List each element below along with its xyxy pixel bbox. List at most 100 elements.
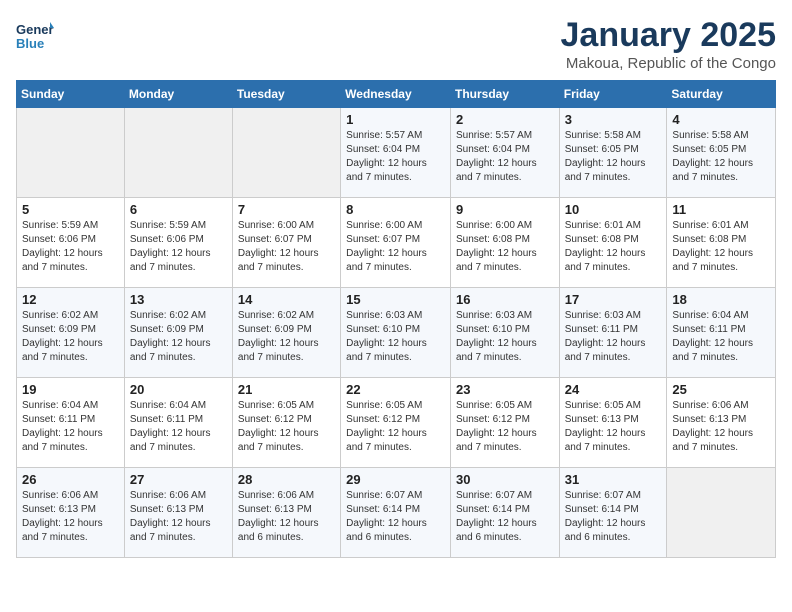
calendar-cell: [667, 468, 776, 558]
weekday-header-row: SundayMondayTuesdayWednesdayThursdayFrid…: [17, 81, 776, 108]
day-number: 20: [130, 382, 227, 397]
calendar-table: SundayMondayTuesdayWednesdayThursdayFrid…: [16, 80, 776, 558]
calendar-cell: 16 Sunrise: 6:03 AM Sunset: 6:10 PM Dayli…: [450, 288, 559, 378]
day-info: Sunrise: 6:01 AM Sunset: 6:08 PM Dayligh…: [672, 219, 770, 275]
day-info: Sunrise: 6:05 AM Sunset: 6:12 PM Dayligh…: [456, 399, 554, 455]
day-info: Sunrise: 6:04 AM Sunset: 6:11 PM Dayligh…: [130, 399, 227, 455]
day-info: Sunrise: 6:06 AM Sunset: 6:13 PM Dayligh…: [130, 489, 227, 545]
day-number: 4: [672, 112, 770, 127]
calendar-cell: 15 Sunrise: 6:03 AM Sunset: 6:10 PM Dayli…: [341, 288, 451, 378]
day-number: 3: [565, 112, 662, 127]
calendar-cell: 9 Sunrise: 6:00 AM Sunset: 6:08 PM Daylig…: [450, 198, 559, 288]
calendar-cell: 5 Sunrise: 5:59 AM Sunset: 6:06 PM Daylig…: [17, 198, 125, 288]
day-info: Sunrise: 6:04 AM Sunset: 6:11 PM Dayligh…: [22, 399, 119, 455]
day-number: 23: [456, 382, 554, 397]
calendar-cell: 31 Sunrise: 6:07 AM Sunset: 6:14 PM Dayli…: [559, 468, 667, 558]
calendar-cell: 4Sunrise: 5:58 AM Sunset: 6:05 PM Daylig…: [667, 108, 776, 198]
day-number: 31: [565, 472, 662, 487]
calendar-cell: 28 Sunrise: 6:06 AM Sunset: 6:13 PM Dayli…: [232, 468, 340, 558]
location-subtitle: Makoua, Republic of the Congo: [561, 55, 777, 72]
calendar-cell: 27Sunrise: 6:06 AM Sunset: 6:13 PM Dayli…: [124, 468, 232, 558]
day-info: Sunrise: 6:02 AM Sunset: 6:09 PM Dayligh…: [130, 309, 227, 365]
svg-text:Blue: Blue: [16, 36, 44, 51]
day-info: Sunrise: 6:05 AM Sunset: 6:12 PM Dayligh…: [238, 399, 335, 455]
calendar-header: SundayMondayTuesdayWednesdayThursdayFrid…: [17, 81, 776, 108]
day-number: 10: [565, 202, 662, 217]
day-number: 14: [238, 292, 335, 307]
day-info: Sunrise: 6:06 AM Sunset: 6:13 PM Dayligh…: [672, 399, 770, 455]
day-number: 13: [130, 292, 227, 307]
day-number: 30: [456, 472, 554, 487]
weekday-header-monday: Monday: [124, 81, 232, 108]
calendar-cell: 12Sunrise: 6:02 AM Sunset: 6:09 PM Dayli…: [17, 288, 125, 378]
calendar-week-row: 19Sunrise: 6:04 AM Sunset: 6:11 PM Dayli…: [17, 378, 776, 468]
logo-svg: General Blue: [16, 20, 54, 56]
day-info: Sunrise: 5:59 AM Sunset: 6:06 PM Dayligh…: [130, 219, 227, 275]
calendar-week-row: 1Sunrise: 5:57 AM Sunset: 6:04 PM Daylig…: [17, 108, 776, 198]
calendar-week-row: 12Sunrise: 6:02 AM Sunset: 6:09 PM Dayli…: [17, 288, 776, 378]
day-info: Sunrise: 6:01 AM Sunset: 6:08 PM Dayligh…: [565, 219, 662, 275]
day-number: 9: [456, 202, 554, 217]
calendar-cell: 30 Sunrise: 6:07 AM Sunset: 6:14 PM Dayli…: [450, 468, 559, 558]
calendar-cell: 6 Sunrise: 5:59 AM Sunset: 6:06 PM Daylig…: [124, 198, 232, 288]
day-info: Sunrise: 6:07 AM Sunset: 6:14 PM Dayligh…: [456, 489, 554, 545]
calendar-cell: 1Sunrise: 5:57 AM Sunset: 6:04 PM Daylig…: [341, 108, 451, 198]
day-number: 26: [22, 472, 119, 487]
logo: General Blue: [16, 20, 54, 56]
day-number: 18: [672, 292, 770, 307]
day-number: 28: [238, 472, 335, 487]
month-title: January 2025: [561, 16, 777, 55]
day-info: Sunrise: 6:05 AM Sunset: 6:13 PM Dayligh…: [565, 399, 662, 455]
day-info: Sunrise: 6:00 AM Sunset: 6:08 PM Dayligh…: [456, 219, 554, 275]
day-number: 16: [456, 292, 554, 307]
calendar-cell: 21Sunrise: 6:05 AM Sunset: 6:12 PM Dayli…: [232, 378, 340, 468]
weekday-header-friday: Friday: [559, 81, 667, 108]
day-info: Sunrise: 6:07 AM Sunset: 6:14 PM Dayligh…: [346, 489, 445, 545]
day-info: Sunrise: 6:06 AM Sunset: 6:13 PM Dayligh…: [238, 489, 335, 545]
day-info: Sunrise: 6:00 AM Sunset: 6:07 PM Dayligh…: [346, 219, 445, 275]
calendar-cell: 19Sunrise: 6:04 AM Sunset: 6:11 PM Dayli…: [17, 378, 125, 468]
day-number: 25: [672, 382, 770, 397]
day-info: Sunrise: 6:00 AM Sunset: 6:07 PM Dayligh…: [238, 219, 335, 275]
title-area: January 2025 Makoua, Republic of the Con…: [561, 16, 777, 72]
day-number: 24: [565, 382, 662, 397]
day-info: Sunrise: 6:02 AM Sunset: 6:09 PM Dayligh…: [238, 309, 335, 365]
calendar-week-row: 5 Sunrise: 5:59 AM Sunset: 6:06 PM Daylig…: [17, 198, 776, 288]
day-number: 5: [22, 202, 119, 217]
weekday-header-saturday: Saturday: [667, 81, 776, 108]
calendar-cell: 24 Sunrise: 6:05 AM Sunset: 6:13 PM Dayli…: [559, 378, 667, 468]
day-info: Sunrise: 6:03 AM Sunset: 6:10 PM Dayligh…: [346, 309, 445, 365]
day-number: 11: [672, 202, 770, 217]
day-info: Sunrise: 5:58 AM Sunset: 6:05 PM Dayligh…: [565, 129, 662, 185]
calendar-cell: 11 Sunrise: 6:01 AM Sunset: 6:08 PM Dayli…: [667, 198, 776, 288]
day-number: 6: [130, 202, 227, 217]
calendar-cell: 2Sunrise: 5:57 AM Sunset: 6:04 PM Daylig…: [450, 108, 559, 198]
day-number: 2: [456, 112, 554, 127]
calendar-cell: 10 Sunrise: 6:01 AM Sunset: 6:08 PM Dayli…: [559, 198, 667, 288]
day-number: 15: [346, 292, 445, 307]
calendar-cell: 14 Sunrise: 6:02 AM Sunset: 6:09 PM Dayli…: [232, 288, 340, 378]
day-info: Sunrise: 5:59 AM Sunset: 6:06 PM Dayligh…: [22, 219, 119, 275]
svg-text:General: General: [16, 22, 54, 37]
header: General Blue January 2025 Makoua, Republ…: [16, 16, 776, 72]
calendar-cell: 7 Sunrise: 6:00 AM Sunset: 6:07 PM Daylig…: [232, 198, 340, 288]
day-info: Sunrise: 6:07 AM Sunset: 6:14 PM Dayligh…: [565, 489, 662, 545]
day-info: Sunrise: 6:03 AM Sunset: 6:10 PM Dayligh…: [456, 309, 554, 365]
calendar-cell: [17, 108, 125, 198]
day-number: 17: [565, 292, 662, 307]
calendar-cell: 23 Sunrise: 6:05 AM Sunset: 6:12 PM Dayli…: [450, 378, 559, 468]
day-info: Sunrise: 5:57 AM Sunset: 6:04 PM Dayligh…: [346, 129, 445, 185]
weekday-header-sunday: Sunday: [17, 81, 125, 108]
day-number: 8: [346, 202, 445, 217]
calendar-cell: 17Sunrise: 6:03 AM Sunset: 6:11 PM Dayli…: [559, 288, 667, 378]
day-info: Sunrise: 6:05 AM Sunset: 6:12 PM Dayligh…: [346, 399, 445, 455]
calendar-cell: 25 Sunrise: 6:06 AM Sunset: 6:13 PM Dayli…: [667, 378, 776, 468]
calendar-cell: [124, 108, 232, 198]
calendar-cell: 13 Sunrise: 6:02 AM Sunset: 6:09 PM Dayli…: [124, 288, 232, 378]
day-number: 7: [238, 202, 335, 217]
calendar-cell: 3 Sunrise: 5:58 AM Sunset: 6:05 PM Daylig…: [559, 108, 667, 198]
day-number: 22: [346, 382, 445, 397]
weekday-header-wednesday: Wednesday: [341, 81, 451, 108]
day-info: Sunrise: 6:04 AM Sunset: 6:11 PM Dayligh…: [672, 309, 770, 365]
day-info: Sunrise: 6:02 AM Sunset: 6:09 PM Dayligh…: [22, 309, 119, 365]
